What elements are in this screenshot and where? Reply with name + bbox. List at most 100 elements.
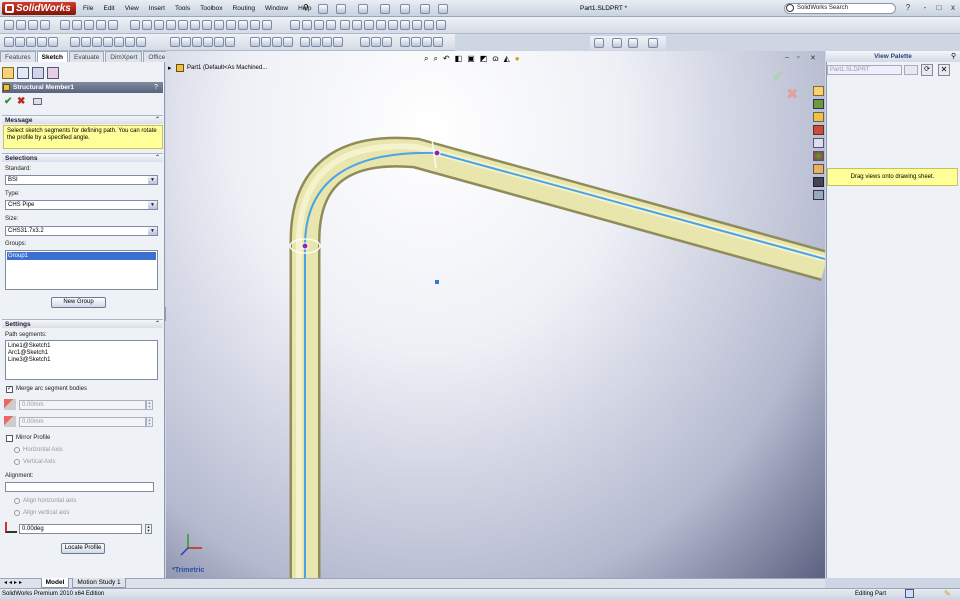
toolbar-feature-2-6-icon[interactable] xyxy=(202,20,212,30)
toolbar-feature-0-2-icon[interactable] xyxy=(28,20,38,30)
file-explorer-icon[interactable] xyxy=(813,112,824,122)
toolbar-feature-2-1-icon[interactable] xyxy=(142,20,152,30)
toolbar-sketch-0-4-icon[interactable] xyxy=(48,37,58,47)
confirm-cancel-icon[interactable]: ✖ xyxy=(786,85,799,103)
tab-motion-study[interactable]: Motion Study 1 xyxy=(72,578,126,588)
property-manager-icon[interactable] xyxy=(17,67,29,79)
resources-icon[interactable] xyxy=(813,86,824,96)
toolbar-sketch-3-1-icon[interactable] xyxy=(261,37,271,47)
toolbar-feature-0-3-icon[interactable] xyxy=(40,20,50,30)
toolbar-feature-2-7-icon[interactable] xyxy=(214,20,224,30)
toolbar-feature-2-4-icon[interactable] xyxy=(178,20,188,30)
toolbar-sketch-4-1-icon[interactable] xyxy=(311,37,321,47)
gap1-spinner[interactable]: ▲ ▼ xyxy=(146,400,153,410)
minimize-button[interactable]: - xyxy=(920,3,930,13)
pm-help-button[interactable]: ? xyxy=(154,82,158,93)
search-results-icon[interactable] xyxy=(813,125,824,135)
toolbar-feature-1-3-icon[interactable] xyxy=(96,20,106,30)
tab-scroll-arrows[interactable]: ◂ ◂ ▸ ▸ xyxy=(4,579,22,586)
toolbar-sketch-1-3-icon[interactable] xyxy=(103,37,113,47)
list-item[interactable]: Arc1@Sketch1 xyxy=(8,350,155,357)
alignment-input[interactable] xyxy=(5,482,154,492)
dimxpert-manager-icon[interactable] xyxy=(47,67,59,79)
toolbar-sketch-5-1-icon[interactable] xyxy=(371,37,381,47)
design-library-icon[interactable] xyxy=(813,99,824,109)
toolbar-feature-2-5-icon[interactable] xyxy=(190,20,200,30)
help-button[interactable]: ? xyxy=(903,3,913,13)
path-segments-list[interactable]: Line1@Sketch1 Arc1@Sketch1 Line3@Sketch1 xyxy=(5,340,158,380)
toolbar-feature-1-0-icon[interactable] xyxy=(60,20,70,30)
vertical-axis-radio[interactable] xyxy=(14,459,20,465)
toolbar-layout-0-0-icon[interactable] xyxy=(594,38,604,48)
view-orientation-icon[interactable]: ▣ xyxy=(467,54,475,65)
menu-insert[interactable]: Insert xyxy=(144,3,170,15)
align-vertical-radio[interactable] xyxy=(14,510,20,516)
toolbar-sketch-0-0-icon[interactable] xyxy=(4,37,14,47)
palette-document-select[interactable]: Part1.SLDPRT xyxy=(827,65,902,75)
tab-dimxpert[interactable]: DimXpert xyxy=(105,51,143,62)
toolbar-sketch-2-3-icon[interactable] xyxy=(203,37,213,47)
scene-icon[interactable]: ● xyxy=(515,54,520,65)
angle-input[interactable]: 0.00deg xyxy=(19,524,142,534)
solidworks-forum-icon[interactable] xyxy=(813,177,824,187)
toolbar-feature-5-1-icon[interactable] xyxy=(412,20,422,30)
toolbar-feature-4-3-icon[interactable] xyxy=(376,20,386,30)
pushpin-icon[interactable] xyxy=(33,98,42,105)
locate-profile-button[interactable]: Locate Profile xyxy=(61,543,105,554)
close-button[interactable]: x xyxy=(948,3,958,13)
toolbar-feature-4-4-icon[interactable] xyxy=(388,20,398,30)
viewport-close-button[interactable]: ✕ xyxy=(810,54,816,62)
toolbar-sketch-0-2-icon[interactable] xyxy=(26,37,36,47)
toolbox-icon[interactable] xyxy=(813,190,824,200)
solidworks-logo[interactable]: SolidWorks xyxy=(2,2,76,15)
standard-select[interactable]: BSI ▼ xyxy=(5,175,158,185)
toolbar-sketch-4-3-icon[interactable] xyxy=(333,37,343,47)
display-style-icon[interactable]: ◩ xyxy=(480,54,488,65)
toolbar-feature-2-9-icon[interactable] xyxy=(238,20,248,30)
toolbar-sketch-6-2-icon[interactable] xyxy=(422,37,432,47)
palette-pin-icon[interactable]: ⚲ xyxy=(951,52,956,60)
toolbar-feature-4-2-icon[interactable] xyxy=(364,20,374,30)
save-icon[interactable] xyxy=(358,4,368,14)
gap2-spinner[interactable]: ▲ ▼ xyxy=(146,417,153,427)
tab-features[interactable]: Features xyxy=(0,51,36,62)
new-group-button[interactable]: New Group xyxy=(51,297,106,308)
toolbar-sketch-2-2-icon[interactable] xyxy=(192,37,202,47)
toolbar-sketch-0-3-icon[interactable] xyxy=(37,37,47,47)
tree-expand-icon[interactable]: ▸ xyxy=(168,64,172,72)
horizontal-axis-radio[interactable] xyxy=(14,447,20,453)
toolbar-sketch-0-1-icon[interactable] xyxy=(15,37,25,47)
toolbar-feature-2-8-icon[interactable] xyxy=(226,20,236,30)
toolbar-feature-2-10-icon[interactable] xyxy=(250,20,260,30)
appearances-icon[interactable] xyxy=(813,151,824,161)
toolbar-feature-1-4-icon[interactable] xyxy=(108,20,118,30)
select-icon[interactable] xyxy=(420,4,430,14)
toolbar-layout-2-0-icon[interactable] xyxy=(628,38,638,48)
toolbar-sketch-5-0-icon[interactable] xyxy=(360,37,370,47)
list-item[interactable]: Line1@Sketch1 xyxy=(8,343,155,350)
status-help-icon[interactable] xyxy=(905,589,914,598)
toolbar-sketch-1-4-icon[interactable] xyxy=(114,37,124,47)
toolbar-sketch-3-3-icon[interactable] xyxy=(283,37,293,47)
edit-appearance-icon[interactable]: ◭ xyxy=(504,54,510,65)
view-palette-icon[interactable] xyxy=(813,138,824,148)
list-item[interactable]: Group1 xyxy=(7,252,156,260)
search-input[interactable]: SolidWorks Search xyxy=(784,3,896,14)
toolbar-sketch-2-4-icon[interactable] xyxy=(214,37,224,47)
toolbar-feature-3-1-icon[interactable] xyxy=(302,20,312,30)
toolbar-feature-2-0-icon[interactable] xyxy=(130,20,140,30)
status-rebuild-icon[interactable]: ✎ xyxy=(944,589,951,598)
viewport-minimize-button[interactable]: ‒ xyxy=(785,54,789,61)
toolbar-sketch-1-6-icon[interactable] xyxy=(136,37,146,47)
menu-window[interactable]: Window xyxy=(260,3,293,15)
hide-show-icon[interactable]: ɷ xyxy=(492,54,498,65)
toolbar-sketch-2-0-icon[interactable] xyxy=(170,37,180,47)
toolbar-sketch-3-2-icon[interactable] xyxy=(272,37,282,47)
options-icon[interactable] xyxy=(438,4,448,14)
palette-close-icon[interactable]: ✕ xyxy=(938,64,950,76)
toolbar-sketch-3-0-icon[interactable] xyxy=(250,37,260,47)
undo-icon[interactable] xyxy=(400,4,410,14)
toolbar-sketch-6-3-icon[interactable] xyxy=(433,37,443,47)
settings-group-header[interactable]: Settings ⌃ xyxy=(2,319,163,328)
viewport-restore-button[interactable]: ▫ xyxy=(797,54,799,61)
